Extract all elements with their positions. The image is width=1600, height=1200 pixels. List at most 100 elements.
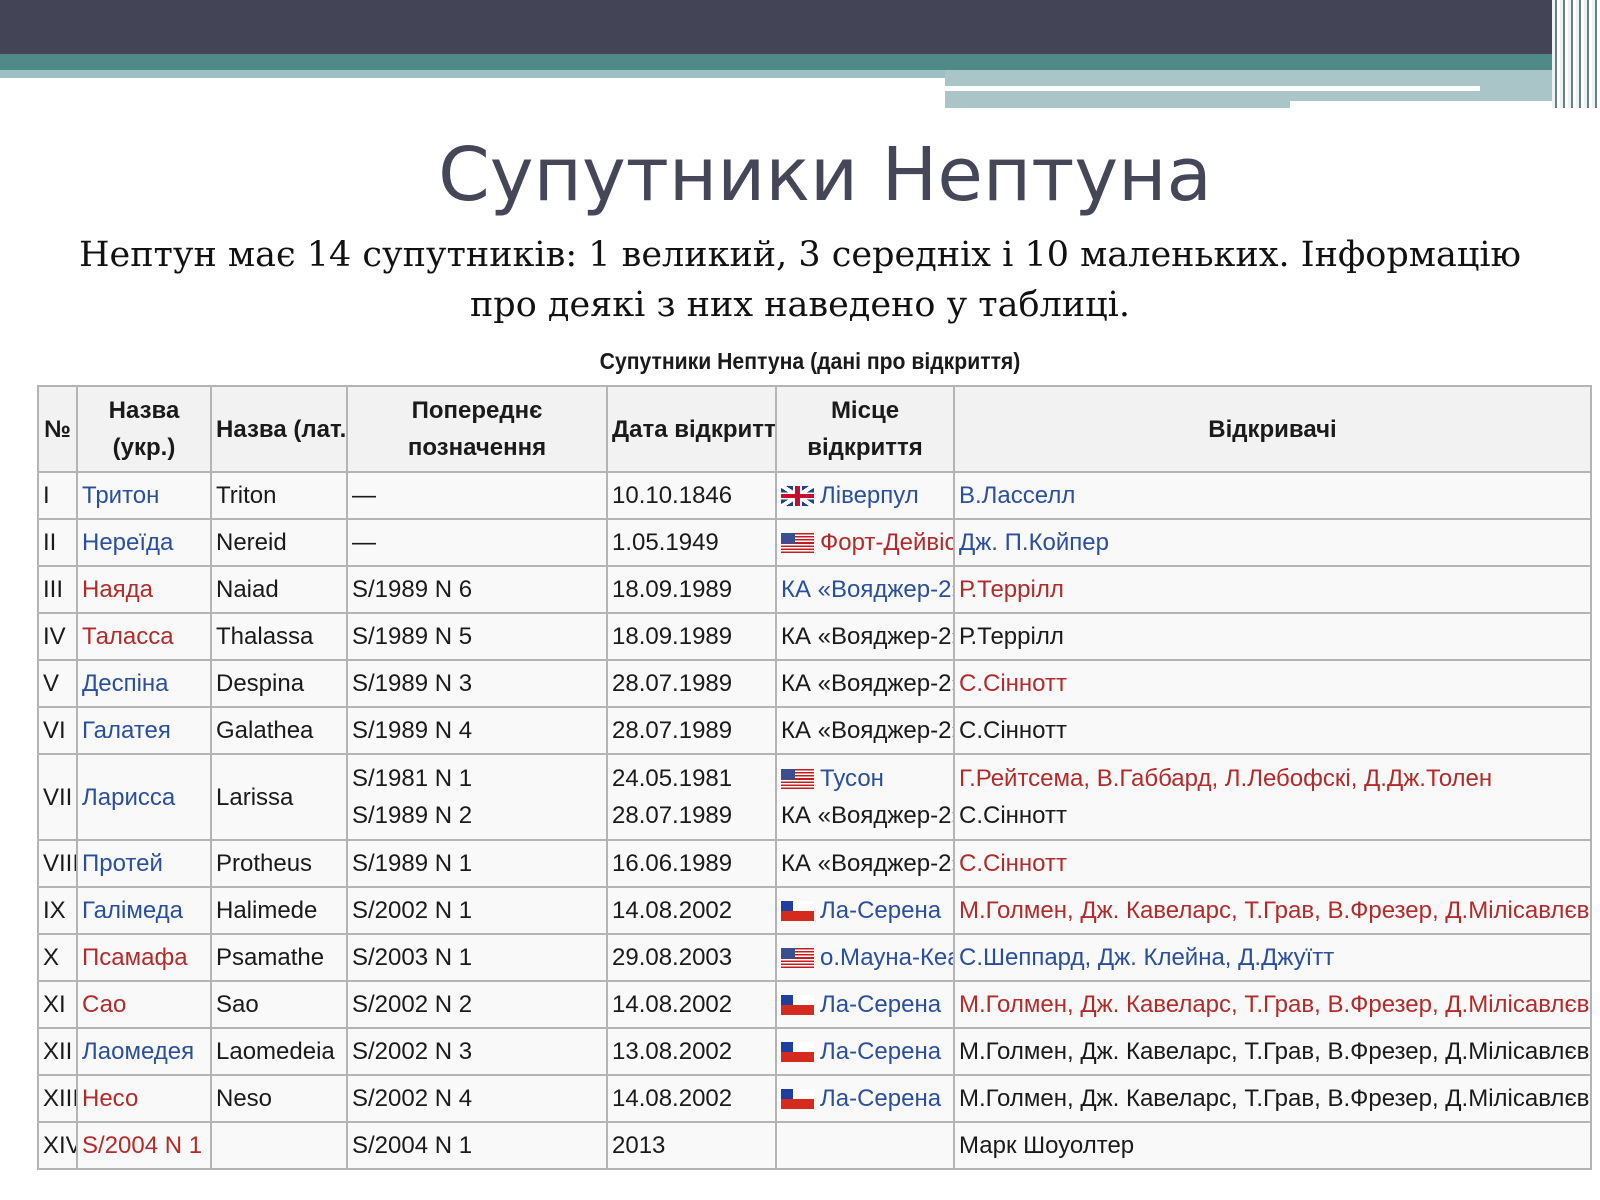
- cell-num: XI: [37, 980, 78, 1029]
- cell-lat: Psamathe: [210, 933, 348, 982]
- cell-prev: S/1989 N 6: [346, 565, 608, 614]
- cell-discoverers: М.Голмен, Дж. Кавеларс, Т.Грав, В.Фрезер…: [953, 1027, 1592, 1076]
- white-stripe-2: [1290, 101, 1560, 108]
- cell-lat: Halimede: [210, 886, 348, 935]
- cell-lat: Naiad: [210, 565, 348, 614]
- cell-date: 29.08.2003: [606, 933, 777, 982]
- moon-name-link[interactable]: Наяда: [76, 565, 212, 614]
- cell-prev: —: [346, 518, 608, 567]
- white-stripe-1: [945, 86, 1480, 91]
- place-link[interactable]: КА «Вояджер-2»: [775, 565, 955, 614]
- decorative-vertical-lines: [1552, 0, 1600, 108]
- moon-name-link[interactable]: Несо: [76, 1074, 212, 1123]
- chile-flag-icon: [781, 995, 814, 1015]
- moon-name-link[interactable]: Тритон: [76, 471, 212, 520]
- cell-num: X: [37, 933, 78, 982]
- discoverer-link[interactable]: С.Сіннотт: [953, 839, 1592, 888]
- discoverer-link[interactable]: С.Шеппард, Дж. Клейна, Д.Джуїтт: [953, 933, 1592, 982]
- table-row: III Наяда Naiad S/1989 N 6 18.09.1989 КА…: [37, 565, 1592, 614]
- discoverer-link[interactable]: М.Голмен, Дж. Кавеларс, Т.Грав, В.Фрезер…: [953, 886, 1592, 935]
- cell-date: 28.07.1989: [606, 706, 777, 755]
- cell-lat: Despina: [210, 659, 348, 708]
- uk-flag-icon: [781, 486, 814, 506]
- moon-name-link[interactable]: Галімеда: [76, 886, 212, 935]
- chile-flag-icon: [781, 901, 814, 921]
- cell-discoverers: Марк Шоуолтер: [953, 1121, 1592, 1170]
- cell-place: Ла-Серена: [775, 1074, 955, 1123]
- slide-subtitle: Нептун має 14 супутників: 1 великий, 3 с…: [60, 230, 1540, 330]
- cell-lat: Protheus: [210, 839, 348, 888]
- moon-name-link[interactable]: S/2004 N 1: [76, 1121, 212, 1170]
- place-link[interactable]: Ла-Серена: [820, 991, 941, 1018]
- table-header-row: № Назва (укр.) Назва (лат.) Попереднє позн…: [37, 385, 1592, 473]
- light-band-left: [0, 70, 945, 78]
- discoverer-link[interactable]: Г.Рейтсема, В.Габбард, Л.Лебофскі, Д.Дж.…: [959, 760, 1586, 797]
- us-flag-icon: [781, 769, 814, 789]
- cell-prev: S/2003 N 1: [346, 933, 608, 982]
- cell-prev: S/1989 N 1: [346, 839, 608, 888]
- cell-prev: S/2004 N 1: [346, 1121, 608, 1170]
- table-row: VI Галатея Galathea S/1989 N 4 28.07.198…: [37, 706, 1592, 755]
- cell-num: VII: [37, 753, 78, 841]
- cell-num: VI: [37, 706, 78, 755]
- cell-place: КА «Вояджер-2»: [775, 839, 955, 888]
- place-link[interactable]: Тусон: [820, 765, 884, 792]
- moon-name-link[interactable]: Ларисса: [76, 753, 212, 841]
- table-caption: Супутники Нептуна (дані про відкриття): [599, 348, 1021, 374]
- moon-name-link[interactable]: Сао: [76, 980, 212, 1029]
- discoverer-link[interactable]: М.Голмен, Дж. Кавеларс, Т.Грав, В.Фрезер…: [953, 980, 1592, 1029]
- cell-num: XIV: [37, 1121, 78, 1170]
- teal-band: [0, 54, 1560, 70]
- cell-prev: S/1989 N 4: [346, 706, 608, 755]
- place-link[interactable]: о.Мауна-Кеа: [820, 944, 952, 971]
- cell-num: V: [37, 659, 78, 708]
- table-row: X Псамафа Psamathe S/2003 N 1 29.08.2003…: [37, 933, 1592, 982]
- cell-place: КА «Вояджер-2»: [775, 612, 955, 661]
- discoverer-link[interactable]: Дж. П.Койпер: [953, 518, 1592, 567]
- cell-lat: Galathea: [210, 706, 348, 755]
- table-row: IX Галімеда Halimede S/2002 N 1 14.08.20…: [37, 886, 1592, 935]
- chile-flag-icon: [781, 1042, 814, 1062]
- cell-date: 14.08.2002: [606, 1074, 777, 1123]
- cell-place: о.Мауна-Кеа: [775, 933, 955, 982]
- moon-name-link[interactable]: Протей: [76, 839, 212, 888]
- chile-flag-icon: [781, 1089, 814, 1109]
- cell-place: Ла-Серена: [775, 886, 955, 935]
- place-link[interactable]: Ліверпул: [820, 482, 919, 509]
- moons-table: № Назва (укр.) Назва (лат.) Попереднє позн…: [37, 385, 1592, 1170]
- place-link[interactable]: Форт-Дейвіс: [820, 529, 952, 556]
- cell-place: КА «Вояджер-2»: [775, 659, 955, 708]
- table-row: V Деспіна Despina S/1989 N 3 28.07.1989 …: [37, 659, 1592, 708]
- cell-lat: Thalassa: [210, 612, 348, 661]
- moon-name-link[interactable]: Лаомедея: [76, 1027, 212, 1076]
- place-secondary: КА «Вояджер-2»: [781, 802, 954, 829]
- cell-discoverers: Г.Рейтсема, В.Габбард, Л.Лебофскі, Д.Дж.…: [953, 753, 1592, 841]
- cell-lat: Sao: [210, 980, 348, 1029]
- header-num: №: [37, 385, 78, 473]
- cell-prev: S/2002 N 3: [346, 1027, 608, 1076]
- us-flag-icon: [781, 533, 814, 553]
- place-link[interactable]: Ла-Серена: [820, 897, 941, 924]
- moon-name-link[interactable]: Таласса: [76, 612, 212, 661]
- cell-discoverers: С.Сіннотт: [953, 706, 1592, 755]
- moon-name-link[interactable]: Нереїда: [76, 518, 212, 567]
- cell-lat: Neso: [210, 1074, 348, 1123]
- moon-name-link[interactable]: Псамафа: [76, 933, 212, 982]
- header-prev-designation: Попереднє позначення: [346, 385, 608, 473]
- cell-lat: Larissa: [210, 753, 348, 841]
- cell-date: 13.08.2002: [606, 1027, 777, 1076]
- table-row: II Нереїда Nereid — 1.05.1949 Форт-Дейві…: [37, 518, 1592, 567]
- cell-prev: S/2002 N 4: [346, 1074, 608, 1123]
- moon-name-link[interactable]: Деспіна: [76, 659, 212, 708]
- us-flag-icon: [781, 948, 814, 968]
- cell-place: Ла-Серена: [775, 1027, 955, 1076]
- discoverer-link[interactable]: Р.Террілл: [953, 565, 1592, 614]
- header-date: Дата відкриття: [606, 385, 777, 473]
- cell-place: Ліверпул: [775, 471, 955, 520]
- place-link[interactable]: Ла-Серена: [820, 1085, 941, 1112]
- place-link[interactable]: Ла-Серена: [820, 1038, 941, 1065]
- moon-name-link[interactable]: Галатея: [76, 706, 212, 755]
- cell-date: 10.10.1846: [606, 471, 777, 520]
- discoverer-link[interactable]: В.Ласселл: [953, 471, 1592, 520]
- discoverer-link[interactable]: С.Сіннотт: [953, 659, 1592, 708]
